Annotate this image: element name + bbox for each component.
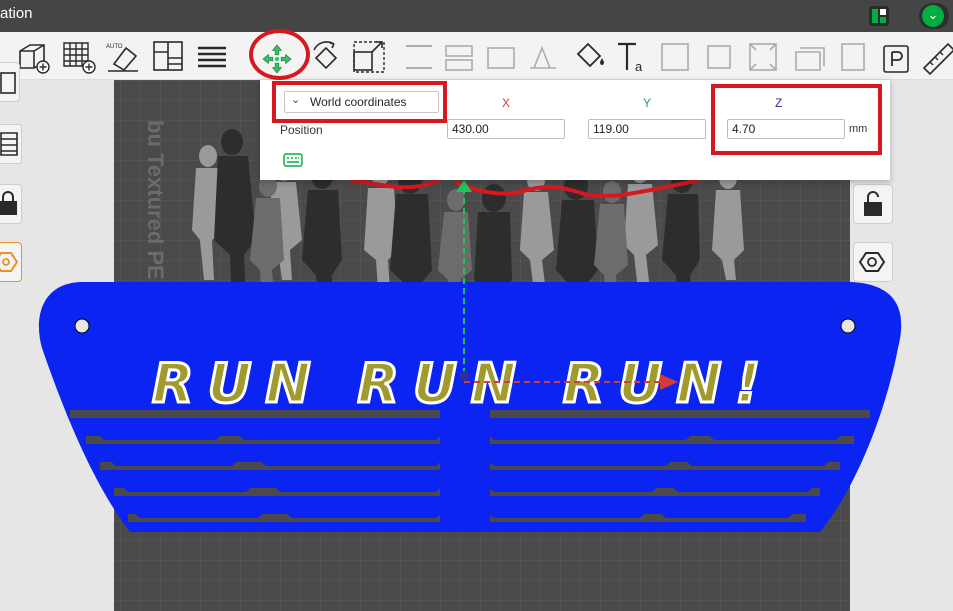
keyboard-icon[interactable] <box>283 152 303 167</box>
arrange-icon[interactable] <box>150 38 188 76</box>
x-position-input[interactable]: 430.00 <box>447 119 565 139</box>
move-tool-highlight <box>249 29 310 80</box>
auto-orient-icon[interactable]: AUTO <box>104 38 142 76</box>
split-icon[interactable] <box>440 38 478 76</box>
main-toolbar: AUTO a <box>0 32 953 80</box>
seam-icon[interactable] <box>656 38 694 76</box>
y-axis-label: Y <box>643 96 652 110</box>
lay-flat-icon[interactable] <box>482 38 520 76</box>
lock-icon[interactable] <box>0 184 22 224</box>
y-position-input[interactable]: 119.00 <box>588 119 706 139</box>
x-axis-label: X <box>502 96 511 110</box>
measure-icon[interactable] <box>918 38 953 76</box>
hex-nut-icon[interactable] <box>853 242 893 282</box>
left-hex-icon[interactable] <box>0 242 22 282</box>
assembly-icon[interactable] <box>700 38 738 76</box>
gizmo-origin[interactable] <box>459 371 469 381</box>
fit-icon[interactable] <box>744 38 782 76</box>
text-tool-icon[interactable]: a <box>614 38 652 76</box>
left-view-button[interactable] <box>0 62 20 102</box>
layout-icon[interactable] <box>869 6 889 26</box>
position-label: Position <box>280 123 323 137</box>
support-icon[interactable] <box>524 38 562 76</box>
variable-layer-icon[interactable] <box>834 38 872 76</box>
build-plate-label: bu Textured PE <box>143 120 168 280</box>
title-bar: ation ⌄ <box>0 0 953 32</box>
scale-icon[interactable] <box>350 38 388 76</box>
layers-icon[interactable] <box>194 38 232 76</box>
z-value-highlight <box>711 84 882 155</box>
plate-settings-icon[interactable] <box>878 38 916 76</box>
coordinate-select-highlight <box>272 81 447 123</box>
svg-text:a: a <box>635 59 643 74</box>
rotate-icon[interactable] <box>306 38 344 76</box>
svg-text:AUTO: AUTO <box>106 44 123 50</box>
stack-icon[interactable] <box>790 38 828 76</box>
app-title: ation <box>0 5 33 22</box>
add-plate-icon[interactable] <box>60 38 98 76</box>
cut-icon[interactable] <box>400 38 438 76</box>
unlock-icon[interactable] <box>853 184 893 224</box>
account-menu-button[interactable]: ⌄ <box>919 3 949 29</box>
chevron-down-icon: ⌄ <box>922 5 944 27</box>
object-list-button[interactable] <box>0 124 22 164</box>
paint-bucket-icon[interactable] <box>570 38 608 76</box>
